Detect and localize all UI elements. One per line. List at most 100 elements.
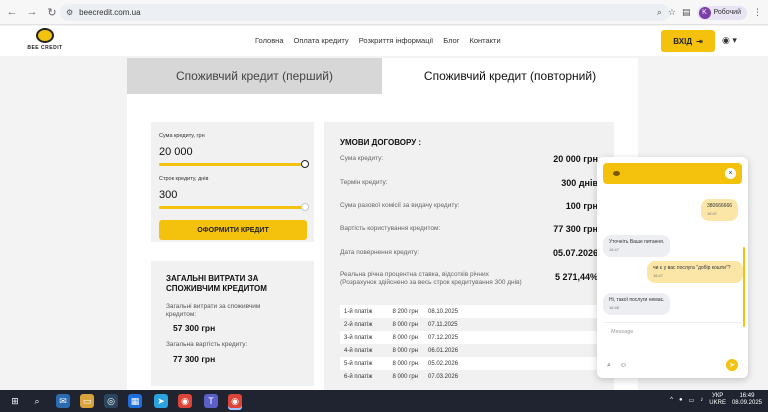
- language-indicator[interactable]: УКР UKRE: [709, 393, 726, 407]
- browser-toolbar: ← → ↻ ⚙ beecredit.com.ua ⌕ ☆ ▤ K Робочий…: [0, 0, 768, 25]
- total-costs-card: ЗАГАЛЬНІ ВИТРАТИ ЗА СПОЖИВЧИМ КРЕДИТОМ З…: [151, 261, 314, 386]
- costs-title: ЗАГАЛЬНІ ВИТРАТИ ЗА СПОЖИВЧИМ КРЕДИТОМ: [166, 274, 267, 293]
- apply-credit-button[interactable]: ОФОРМИТИ КРЕДИТ: [159, 220, 307, 240]
- chat-close-button[interactable]: ×: [725, 168, 736, 179]
- amount-slider-fill: [159, 163, 305, 166]
- term-row-value: 05.07.2026: [552, 248, 598, 258]
- schedule-row: 1-й платіж 8 200 грн 08.10.2025: [340, 305, 600, 318]
- menu-item-disclosure[interactable]: Розкриття інформації: [359, 36, 434, 45]
- term-row-label: Дата повернення кредиту:: [340, 249, 420, 256]
- chat-message-input[interactable]: Message: [603, 322, 742, 348]
- site-header: BEE CREDIT Головна Оплата кредиту Розкри…: [0, 26, 768, 56]
- chat-logo-icon: [613, 171, 620, 176]
- calculator-card: Сума кредиту, грн 20 000 Строк кредиту, …: [151, 122, 314, 242]
- tray-chevron-icon[interactable]: ^: [670, 397, 673, 403]
- zoom-icon[interactable]: ⌕: [657, 7, 662, 18]
- term-row-value: 20 000 грн: [553, 154, 598, 164]
- apr-note: (Розрахунок здійснено за весь строк кред…: [340, 279, 522, 286]
- tray-app-icon[interactable]: ●: [679, 397, 683, 403]
- term-slider-handle[interactable]: [301, 203, 309, 211]
- chrome-active-icon[interactable]: ◉: [228, 394, 242, 408]
- browser-actions: ⌕ ☆ ▤ K Робочий ⋮: [657, 4, 762, 21]
- payment-schedule: 1-й платіж 8 200 грн 08.10.2025 2-й платіж…: [340, 305, 600, 383]
- term-row-label: Сума кредиту:: [340, 155, 384, 162]
- apr-label: Реальна річна процентна ставка, відсоткі…: [340, 271, 489, 278]
- chat-message: Ні, такої послуги немає. 16:48: [603, 293, 671, 315]
- term-row-label: Вартість користування кредитом:: [340, 225, 441, 232]
- search-icon[interactable]: ⌕: [30, 394, 44, 408]
- amount-label: Сума кредиту, грн: [159, 133, 205, 139]
- total-expenses-label: Загальні витрати за споживчим кредитом:: [166, 303, 261, 318]
- schedule-row: 4-й платіж 8 000 грн 06.01.2026: [344, 347, 459, 354]
- telegram-icon[interactable]: ➤: [154, 394, 168, 408]
- url-text: beecredit.com.ua: [79, 8, 141, 17]
- site-info-icon[interactable]: ⚙: [66, 8, 73, 17]
- menu-item-blog[interactable]: Блог: [443, 36, 459, 45]
- term-row-value: 100 грн: [565, 201, 598, 211]
- store-icon[interactable]: ▦: [128, 394, 142, 408]
- total-cost-value: 77 300 грн: [173, 354, 216, 364]
- steam-icon[interactable]: ◎: [104, 394, 118, 408]
- chat-widget: × 380666666 16:47 Уточніть Ваше питання.…: [597, 157, 748, 378]
- term-label: Строк кредиту, днів: [159, 176, 209, 182]
- browser-menu-icon[interactable]: ⋮: [753, 7, 762, 18]
- amount-value: 20 000: [159, 146, 193, 158]
- windows-start-icon[interactable]: ⊞: [8, 394, 22, 408]
- login-button[interactable]: ВХІД ⇥: [661, 30, 715, 52]
- profile-label: Робочий: [713, 9, 741, 16]
- schedule-row: 6-й платіж 8 000 грн 07.03.2026: [344, 373, 459, 380]
- file-explorer-icon[interactable]: ▭: [80, 394, 94, 408]
- apr-value: 5 271,44%: [554, 272, 598, 282]
- system-tray: ^ ● ▭ ♪ УКР UKRE 16:49 08.09.2025: [670, 393, 762, 407]
- schedule-row: 2-й платіж 8 000 грн 07.11.2025: [344, 321, 458, 328]
- term-row-value: 300 днів: [561, 178, 598, 188]
- menu-item-payment[interactable]: Оплата кредиту: [294, 36, 349, 45]
- term-row-label: Термін кредиту:: [340, 179, 388, 186]
- term-row-value: 77 300 грн: [553, 224, 598, 234]
- logo-text: BEE CREDIT: [27, 45, 63, 51]
- term-value: 300: [159, 189, 178, 201]
- clock[interactable]: 16:49 08.09.2025: [732, 393, 762, 407]
- main-menu: Головна Оплата кредиту Розкриття інформа…: [255, 36, 511, 45]
- emoji-icon[interactable]: ☺: [620, 362, 627, 370]
- login-icon: ⇥: [696, 36, 703, 46]
- reload-icon[interactable]: ↻: [44, 4, 60, 20]
- terms-title: УМОВИ ДОГОВОРУ :: [340, 138, 422, 147]
- login-label: ВХІД: [673, 36, 693, 46]
- chat-header: ×: [603, 163, 742, 184]
- chat-send-button[interactable]: ➤: [726, 359, 738, 371]
- profile-avatar: K: [698, 6, 711, 19]
- windows-taskbar: ⊞ ⌕ ✉ ▭ ◎ ▦ ➤ ◉ T ◉ ^ ● ▭ ♪ УКР UKRE 16:…: [0, 390, 768, 412]
- menu-item-contacts[interactable]: Контакти: [469, 36, 500, 45]
- menu-item-home[interactable]: Головна: [255, 36, 284, 45]
- forward-icon[interactable]: →: [24, 4, 40, 20]
- attach-icon[interactable]: ⌕: [607, 362, 611, 370]
- profile-button[interactable]: K Робочий: [696, 5, 747, 20]
- bookmark-star-icon[interactable]: ☆: [668, 7, 676, 18]
- total-cost-label: Загальна вартість кредиту:: [166, 341, 248, 348]
- contract-terms-card: УМОВИ ДОГОВОРУ : Сума кредиту: 20 000 гр…: [324, 122, 614, 390]
- tray-network-icon[interactable]: ▭: [689, 397, 695, 404]
- extensions-icon[interactable]: ▤: [682, 7, 691, 18]
- term-slider-fill: [159, 206, 305, 209]
- term-row-label: Сума разової комісії за видачу кредиту:: [340, 202, 460, 209]
- chat-tools: ⌕ ☺: [607, 362, 627, 370]
- teams-icon[interactable]: T: [204, 394, 218, 408]
- mail-icon[interactable]: ✉: [56, 394, 70, 408]
- schedule-row: 3-й платіж 8 000 грн 07.12.2025: [340, 331, 600, 344]
- site-logo[interactable]: BEE CREDIT: [24, 28, 66, 56]
- tab-repeat-credit[interactable]: Споживчий кредит (повторний): [382, 58, 638, 94]
- chat-message: 380666666 16:47: [701, 199, 739, 221]
- total-expenses-value: 57 300 грн: [173, 323, 216, 333]
- chat-scrollbar[interactable]: [743, 247, 745, 327]
- tab-first-credit[interactable]: Споживчий кредит (перший): [127, 58, 382, 94]
- accessibility-eye-icon[interactable]: ◉ ▾: [722, 35, 737, 46]
- chat-message: Уточніть Ваше питання. 16:47: [603, 235, 671, 257]
- back-icon[interactable]: ←: [4, 4, 20, 20]
- amount-slider-handle[interactable]: [301, 160, 309, 168]
- chrome-icon[interactable]: ◉: [178, 394, 192, 408]
- tray-volume-icon[interactable]: ♪: [700, 397, 703, 403]
- address-bar[interactable]: ⚙ beecredit.com.ua: [60, 4, 670, 21]
- schedule-row: 5-й платіж 8 000 грн 05.02.2026: [340, 357, 600, 370]
- chat-message: чи є у вас послуга "добір кошти"? 16:47: [647, 261, 743, 283]
